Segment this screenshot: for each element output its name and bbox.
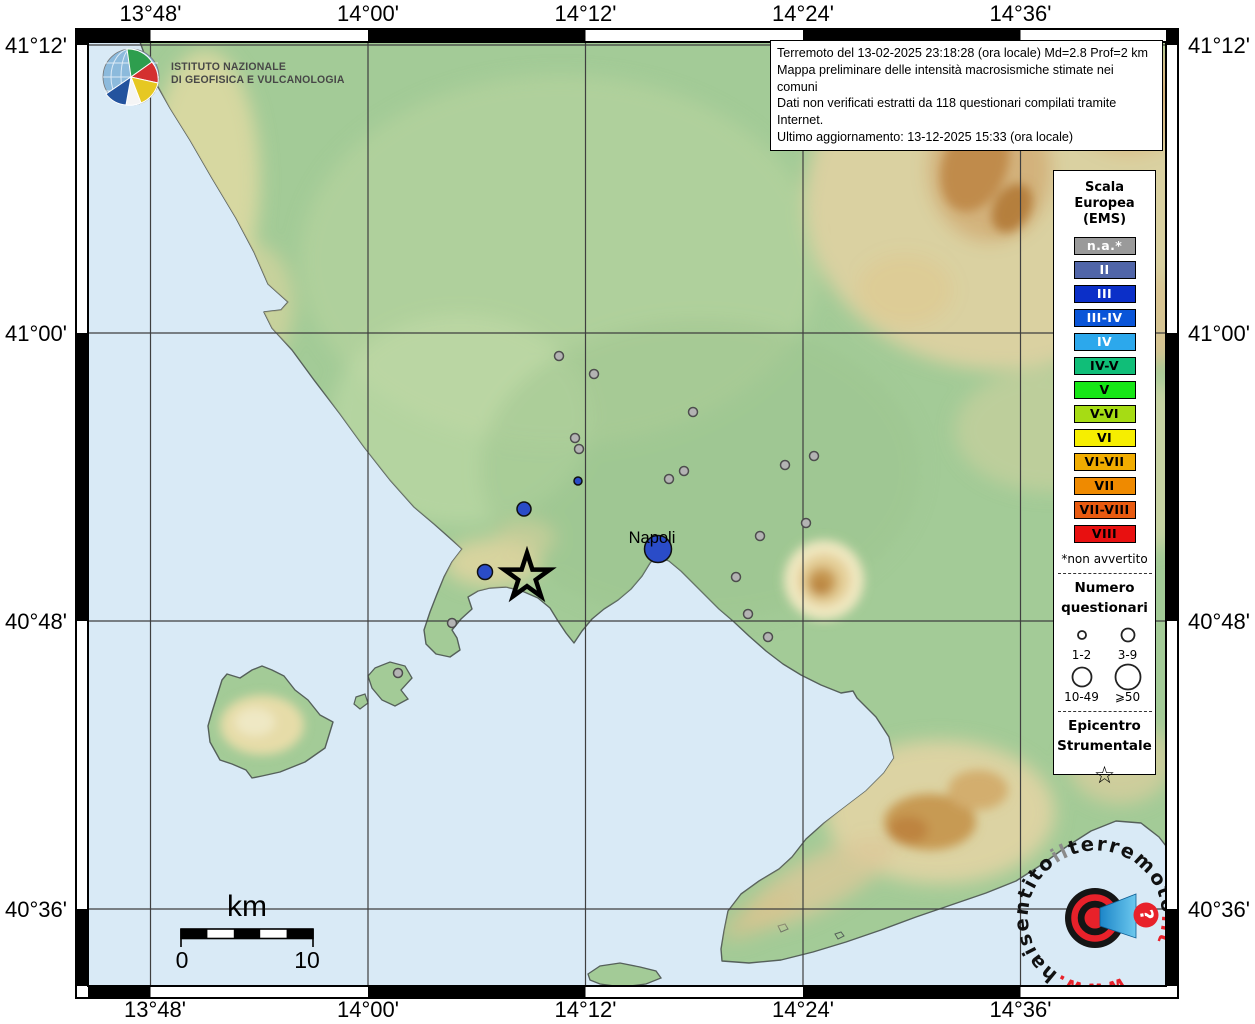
axis-label: 14°24' — [772, 997, 834, 1022]
event-info-line: Mappa preliminare delle intensità macros… — [777, 62, 1156, 96]
ems-scale-classes: n.a.*IIIIIIII-IVIVIV-VVV-VIVIVI-VIIVIIVI… — [1074, 237, 1136, 543]
ems-class-VI: VI — [1074, 429, 1136, 447]
legend-divider — [1058, 573, 1152, 574]
macroseismic-map-page: Napoli km 0 10 ? www.haisentitoilterremo… — [0, 0, 1255, 1024]
axis-label: 14°12' — [555, 1, 617, 26]
size-circle-icon — [1111, 620, 1145, 650]
na-point — [802, 519, 811, 528]
axis-label: 14°24' — [772, 1, 834, 26]
axis-label: 41°12' — [1188, 33, 1250, 58]
questionnaire-size-item: 10-49 — [1059, 662, 1105, 704]
axis-label: 41°12' — [5, 33, 67, 58]
na-point — [575, 445, 584, 454]
axis-label: 14°00' — [337, 997, 399, 1022]
questionnaire-size-item: 1-2 — [1059, 620, 1105, 662]
questionnaire-size-item: ⩾50 — [1105, 662, 1151, 704]
intensity-point — [478, 565, 493, 580]
na-point — [689, 408, 698, 417]
map-area: Napoli km 0 10 ? www.haisentitoilterremo… — [88, 30, 1195, 1002]
legend-title-line: Europea — [1074, 196, 1134, 212]
na-point — [590, 370, 599, 379]
ems-class-IV: IV — [1074, 333, 1136, 351]
axis-labels-left: 41°12' 41°00' 40°48' 40°36' — [5, 33, 67, 922]
ems-class-n.a.*: n.a.* — [1074, 237, 1136, 255]
epicenter-title-line: Epicentro — [1057, 716, 1152, 736]
epicenter-star-icon: ☆ — [1094, 762, 1116, 788]
event-info-line: Ultimo aggiornamento: 13-12-2025 15:33 (… — [777, 129, 1156, 146]
axis-label: 14°12' — [555, 997, 617, 1022]
legend-title: Scala Europea (EMS) — [1074, 180, 1134, 228]
legend-footnote: *non avvertito — [1061, 552, 1147, 566]
scalebar-start: 0 — [176, 947, 189, 973]
ems-class-VIII: VIII — [1074, 525, 1136, 543]
axis-label: 41°00' — [5, 321, 67, 346]
size-label: 3-9 — [1118, 648, 1138, 662]
ingv-logo-globe — [103, 49, 159, 105]
questionnaire-size-item: 3-9 — [1105, 620, 1151, 662]
na-point — [448, 619, 457, 628]
ems-class-II: II — [1074, 261, 1136, 279]
legend-panel: Scala Europea (EMS) n.a.*IIIIIIII-IVIVIV… — [1053, 170, 1156, 775]
scalebar-end: 10 — [294, 947, 320, 973]
ingv-name-line1: ISTITUTO NAZIONALE — [171, 61, 345, 74]
intensity-point — [517, 502, 531, 516]
axis-labels-right: 41°12' 41°00' 40°48' 40°36' — [1188, 33, 1250, 922]
size-circle-icon — [1065, 662, 1099, 692]
axis-label: 40°36' — [1188, 897, 1250, 922]
axis-labels-top: 13°48' 14°00' 14°12' 14°24' 14°36' — [120, 1, 1052, 26]
event-info-line: Dati non verificati estratti da 118 ques… — [777, 95, 1156, 129]
axis-label: 41°00' — [1188, 321, 1250, 346]
na-point — [781, 461, 790, 470]
axis-label: 13°48' — [124, 997, 186, 1022]
ems-class-VII-VIII: VII-VIII — [1074, 501, 1136, 519]
size-circle-icon — [1065, 620, 1099, 650]
legend-title-line: Scala — [1074, 180, 1134, 196]
event-info-line: Terremoto del 13-02-2025 23:18:28 (ora l… — [777, 45, 1156, 62]
size-label: ⩾50 — [1115, 690, 1140, 704]
epicenter-title-line: Strumentale — [1057, 736, 1152, 756]
axis-labels-bottom: 13°48' 14°00' 14°12' 14°24' 14°36' — [124, 997, 1051, 1022]
size-label: 1-2 — [1072, 648, 1092, 662]
event-info-box: Terremoto del 13-02-2025 23:18:28 (ora l… — [770, 40, 1163, 151]
epicenter-title: Epicentro Strumentale — [1057, 716, 1152, 756]
na-point — [394, 669, 403, 678]
axis-label: 14°00' — [337, 1, 399, 26]
questionnaire-size-key: 1-2 3-9 10-49 ⩾50 — [1059, 620, 1151, 704]
ingv-name-line2: DI GEOFISICA E VULCANOLOGIA — [171, 74, 345, 87]
size-label: 10-49 — [1064, 690, 1099, 704]
ems-class-VI-VII: VI-VII — [1074, 453, 1136, 471]
city-label-napoli: Napoli — [629, 529, 676, 547]
axis-label: 13°48' — [120, 1, 182, 26]
ems-class-VII: VII — [1074, 477, 1136, 495]
axis-label: 40°48' — [5, 609, 67, 634]
ems-class-V: V — [1074, 381, 1136, 399]
na-point — [555, 352, 564, 361]
na-point — [810, 452, 819, 461]
na-point — [571, 434, 580, 443]
scalebar-unit: km — [227, 890, 267, 923]
ingv-logo-text: ISTITUTO NAZIONALE DI GEOFISICA E VULCAN… — [171, 61, 345, 86]
axis-label: 14°36' — [990, 1, 1052, 26]
na-point — [665, 475, 674, 484]
legend-divider — [1058, 711, 1152, 712]
intensity-point — [574, 477, 582, 485]
questionnaire-title-line: questionari — [1061, 598, 1148, 618]
questionnaire-title-line: Numero — [1061, 578, 1148, 598]
questionnaire-title: Numero questionari — [1061, 578, 1148, 618]
axis-label: 14°36' — [990, 997, 1052, 1022]
ems-class-III: III — [1074, 285, 1136, 303]
ems-class-III-IV: III-IV — [1074, 309, 1136, 327]
axis-label: 40°48' — [1188, 609, 1250, 634]
ems-class-IV-V: IV-V — [1074, 357, 1136, 375]
axis-label: 40°36' — [5, 897, 67, 922]
na-point — [756, 532, 765, 541]
legend-title-line: (EMS) — [1074, 212, 1134, 228]
ems-class-V-VI: V-VI — [1074, 405, 1136, 423]
na-point — [744, 610, 753, 619]
na-point — [732, 573, 741, 582]
na-point — [680, 467, 689, 476]
size-circle-icon — [1111, 662, 1145, 692]
na-point — [764, 633, 773, 642]
